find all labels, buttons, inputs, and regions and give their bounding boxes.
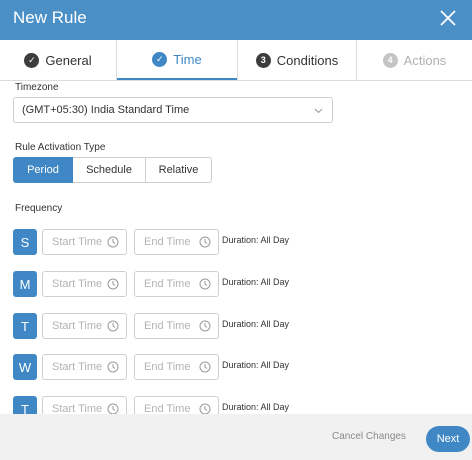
check-icon: ✓ xyxy=(24,52,40,68)
timezone-label: Timezone xyxy=(15,82,59,93)
dialog-header: New Rule xyxy=(0,0,472,40)
end-time-placeholder: End Time xyxy=(144,320,191,332)
clock-icon xyxy=(107,236,119,248)
day-row: M Start Time End Time Duration: All Day xyxy=(0,271,472,297)
frequency-label: Frequency xyxy=(15,203,63,214)
start-time-placeholder: Start Time xyxy=(52,361,103,373)
end-time-input[interactable]: End Time xyxy=(134,229,219,255)
day-row: S Start Time End Time Duration: All Day xyxy=(0,229,472,255)
tab-label: General xyxy=(45,52,92,68)
duration-text: Duration: All Day xyxy=(222,319,290,329)
duration-text: Duration: All Day xyxy=(222,277,290,287)
tab-conditions[interactable]: 3 Conditions xyxy=(237,40,357,80)
tab-label: Actions xyxy=(403,52,447,68)
activation-type-label: Rule Activation Type xyxy=(15,142,106,153)
cancel-changes-button[interactable]: Cancel Changes xyxy=(332,431,406,442)
clock-icon xyxy=(199,320,211,332)
end-time-placeholder: End Time xyxy=(144,236,191,248)
timezone-value: (GMT+05:30) India Standard Time xyxy=(22,104,190,116)
step-number: 3 xyxy=(255,52,271,68)
duration-text: Duration: All Day xyxy=(222,360,290,370)
day-toggle[interactable]: W xyxy=(13,354,37,380)
start-time-placeholder: Start Time xyxy=(52,236,103,248)
start-time-placeholder: Start Time xyxy=(52,320,103,332)
tab-label: Time xyxy=(173,51,202,67)
tab-label: Conditions xyxy=(276,52,339,68)
period-option[interactable]: Period xyxy=(13,157,73,183)
tab-time[interactable]: ✓ Time xyxy=(117,40,237,80)
end-time-input[interactable]: End Time xyxy=(134,354,219,380)
end-time-placeholder: End Time xyxy=(144,361,191,373)
start-time-input[interactable]: Start Time xyxy=(42,229,127,255)
clock-icon xyxy=(199,278,211,290)
duration-text: Duration: All Day xyxy=(222,235,290,245)
dialog-title: New Rule xyxy=(13,8,87,27)
clock-icon xyxy=(199,236,211,248)
timezone-select[interactable]: (GMT+05:30) India Standard Time xyxy=(13,97,333,123)
day-row: W Start Time End Time Duration: All Day xyxy=(0,354,472,380)
dialog-footer: Cancel Changes Next xyxy=(0,414,472,460)
tab-actions[interactable]: 4 Actions xyxy=(357,40,472,80)
schedule-option[interactable]: Schedule xyxy=(73,157,146,183)
start-time-placeholder: Start Time xyxy=(52,278,103,290)
wizard-tabs: ✓ General ✓ Time 3 Conditions 4 Actions xyxy=(0,40,472,81)
tab-general[interactable]: ✓ General xyxy=(0,40,117,80)
day-toggle[interactable]: S xyxy=(13,229,37,255)
day-toggle[interactable]: M xyxy=(13,271,37,297)
clock-icon xyxy=(107,320,119,332)
clock-icon xyxy=(107,361,119,373)
close-icon[interactable] xyxy=(435,5,461,31)
start-time-input[interactable]: Start Time xyxy=(42,271,127,297)
check-icon: ✓ xyxy=(152,51,168,67)
end-time-input[interactable]: End Time xyxy=(134,313,219,339)
duration-text: Duration: All Day xyxy=(222,402,290,412)
end-time-placeholder: End Time xyxy=(144,278,191,290)
start-time-input[interactable]: Start Time xyxy=(42,313,127,339)
step-number: 4 xyxy=(382,52,398,68)
clock-icon xyxy=(107,278,119,290)
end-time-input[interactable]: End Time xyxy=(134,271,219,297)
activation-type-toggle: Period Schedule Relative xyxy=(13,157,212,183)
start-time-input[interactable]: Start Time xyxy=(42,354,127,380)
chevron-down-icon xyxy=(314,108,323,114)
clock-icon xyxy=(199,361,211,373)
day-row: T Start Time End Time Duration: All Day xyxy=(0,313,472,339)
next-button[interactable]: Next xyxy=(426,426,470,452)
day-toggle[interactable]: T xyxy=(13,313,37,339)
relative-option[interactable]: Relative xyxy=(146,157,212,183)
